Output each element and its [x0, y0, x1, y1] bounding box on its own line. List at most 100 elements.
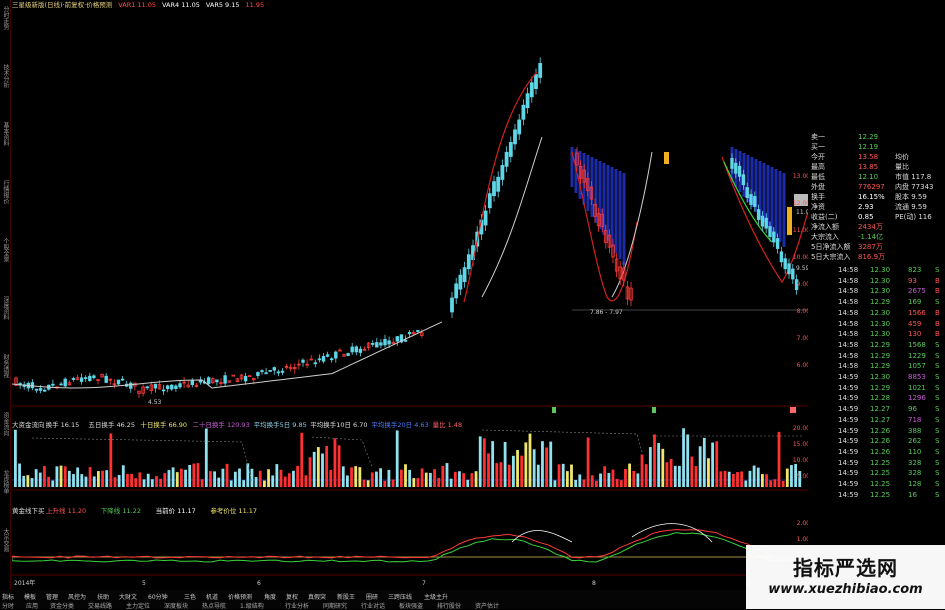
- bottom-tab[interactable]: 角度: [264, 592, 276, 601]
- volume-bar: [275, 464, 279, 487]
- quote-value: 816.9万: [858, 253, 886, 261]
- nav-item[interactable]: 技术分析: [0, 64, 10, 88]
- bottom-tab[interactable]: 主级主升: [424, 592, 448, 601]
- volume-bar: [121, 465, 125, 487]
- volume-bar: [429, 472, 432, 487]
- nav-item[interactable]: 基本资料: [0, 122, 10, 146]
- candle: [508, 142, 513, 157]
- watermark: 指标严选网 www.xuezhibiao.com: [746, 545, 945, 609]
- volume-bar: [657, 443, 661, 487]
- tick-row: 14:58 12.29 169 S: [808, 297, 945, 307]
- volume-bar: [470, 473, 474, 487]
- candle: [34, 388, 39, 391]
- volume-bar: [682, 428, 685, 487]
- tick-direction: S: [935, 490, 940, 499]
- quote-value: 13.58: [858, 153, 879, 161]
- volume-bar: [180, 468, 183, 487]
- volume-bar: [603, 466, 607, 487]
- candle: [504, 151, 509, 167]
- tick-row: 14:58 12.30 823 S: [808, 265, 945, 275]
- volume-bar: [611, 469, 615, 487]
- volume-bar: [628, 463, 631, 487]
- candle: [403, 339, 408, 342]
- volume-bar: [702, 437, 706, 487]
- volume-bar: [213, 471, 216, 487]
- nav-item[interactable]: 财务透视: [0, 354, 10, 378]
- quote-row: 收益(二) 0.85 PE(动) 116: [808, 212, 945, 222]
- nav-item[interactable]: 行情报价: [0, 180, 10, 204]
- bottom-tab[interactable]: 风控为: [68, 592, 86, 601]
- bottom-tab[interactable]: 三色: [184, 592, 196, 601]
- volume-bar: [785, 468, 789, 487]
- volume-bar: [358, 467, 362, 487]
- volume-bar: [433, 469, 436, 487]
- tick-time: 14:58: [838, 351, 859, 360]
- volume-bar: [632, 470, 636, 487]
- tick-volume: 1229: [908, 351, 926, 360]
- nav-item[interactable]: 深度资料: [0, 296, 10, 320]
- volume-bar: [192, 463, 196, 487]
- chart-area[interactable]: 13.0012.0011.0010.009.008.007.006.0020.0…: [12, 12, 808, 588]
- quote-row: 外盘 776297 内盘 77343: [808, 182, 945, 192]
- volume-bar: [38, 472, 42, 487]
- nav-item[interactable]: 资金流向: [0, 412, 10, 436]
- tick-price: 12.26: [870, 447, 891, 456]
- axis-tick: 12.00: [793, 200, 808, 207]
- volume-bar: [694, 466, 698, 487]
- volume-bar: [499, 462, 503, 487]
- volume-bar: [354, 466, 358, 487]
- bottom-tab[interactable]: 圈研: [366, 592, 378, 601]
- candle: [749, 194, 753, 205]
- bottom-tab[interactable]: 大财文: [119, 592, 137, 601]
- bottom-tab[interactable]: 指标: [2, 592, 14, 601]
- quote-row: 卖一 12.29: [808, 132, 945, 142]
- volume-bar: [586, 437, 590, 487]
- nav-item[interactable]: 大宗交易: [0, 528, 10, 552]
- candle: [517, 119, 522, 135]
- candle: [779, 251, 784, 263]
- bottom-tab[interactable]: 模板: [24, 592, 36, 601]
- tick-time: 14:59: [838, 469, 859, 478]
- bottom-tab[interactable]: 价格预测: [228, 592, 252, 601]
- volume-bar: [370, 472, 374, 487]
- tick-row: 14:59 12.30 8853 S: [808, 372, 945, 382]
- candle: [272, 367, 276, 371]
- volume-bar: [163, 473, 167, 487]
- volume-bar: [474, 471, 478, 487]
- volume-bar: [146, 473, 150, 487]
- volume-legend-item: 换手 16.15: [45, 421, 80, 429]
- bottom-tab[interactable]: 60分钟: [148, 592, 168, 601]
- volume-bar: [648, 447, 652, 487]
- nav-item[interactable]: 个股全景: [0, 238, 10, 262]
- candle: [51, 383, 55, 386]
- left-nav: 分时走势技术分析基本资料行情报价个股全景深度资料财务透视资金流向龙虎榜单大宗交易: [0, 0, 11, 600]
- bottom-tab[interactable]: 新股王: [337, 592, 355, 601]
- quote-extra: 均价: [895, 153, 909, 161]
- quote-label: 5日大宗流入: [811, 253, 851, 261]
- candle: [450, 297, 454, 313]
- tick-direction: S: [935, 437, 940, 446]
- volume-bar: [553, 480, 557, 487]
- tick-row: 14:59 12.27 718 S: [808, 415, 945, 425]
- volume-bar: [740, 471, 744, 487]
- bottom-tab[interactable]: 管理: [46, 592, 58, 601]
- tick-direction: S: [935, 480, 940, 488]
- tick-direction: S: [935, 458, 940, 467]
- tick-time: 14:59: [838, 480, 859, 488]
- nav-item[interactable]: 分时走势: [0, 6, 10, 30]
- bottom-tab[interactable]: 复权: [286, 592, 298, 601]
- signal-block: [790, 407, 796, 413]
- quote-label: 收益(二): [811, 213, 838, 221]
- volume-bar: [790, 465, 793, 487]
- bottom-tab[interactable]: 真假突: [308, 592, 326, 601]
- volume-bar: [719, 471, 723, 487]
- bottom-tab[interactable]: 三跨压线: [388, 592, 412, 601]
- signal-block: [652, 407, 656, 413]
- quote-label: 最低: [811, 173, 825, 181]
- bottom-tab[interactable]: 扶助: [97, 592, 109, 601]
- candle: [346, 353, 350, 356]
- volume-bar: [325, 446, 329, 487]
- volume-bar: [748, 470, 752, 487]
- bottom-tab[interactable]: 机道: [206, 592, 218, 601]
- nav-item[interactable]: 龙虎榜单: [0, 470, 10, 494]
